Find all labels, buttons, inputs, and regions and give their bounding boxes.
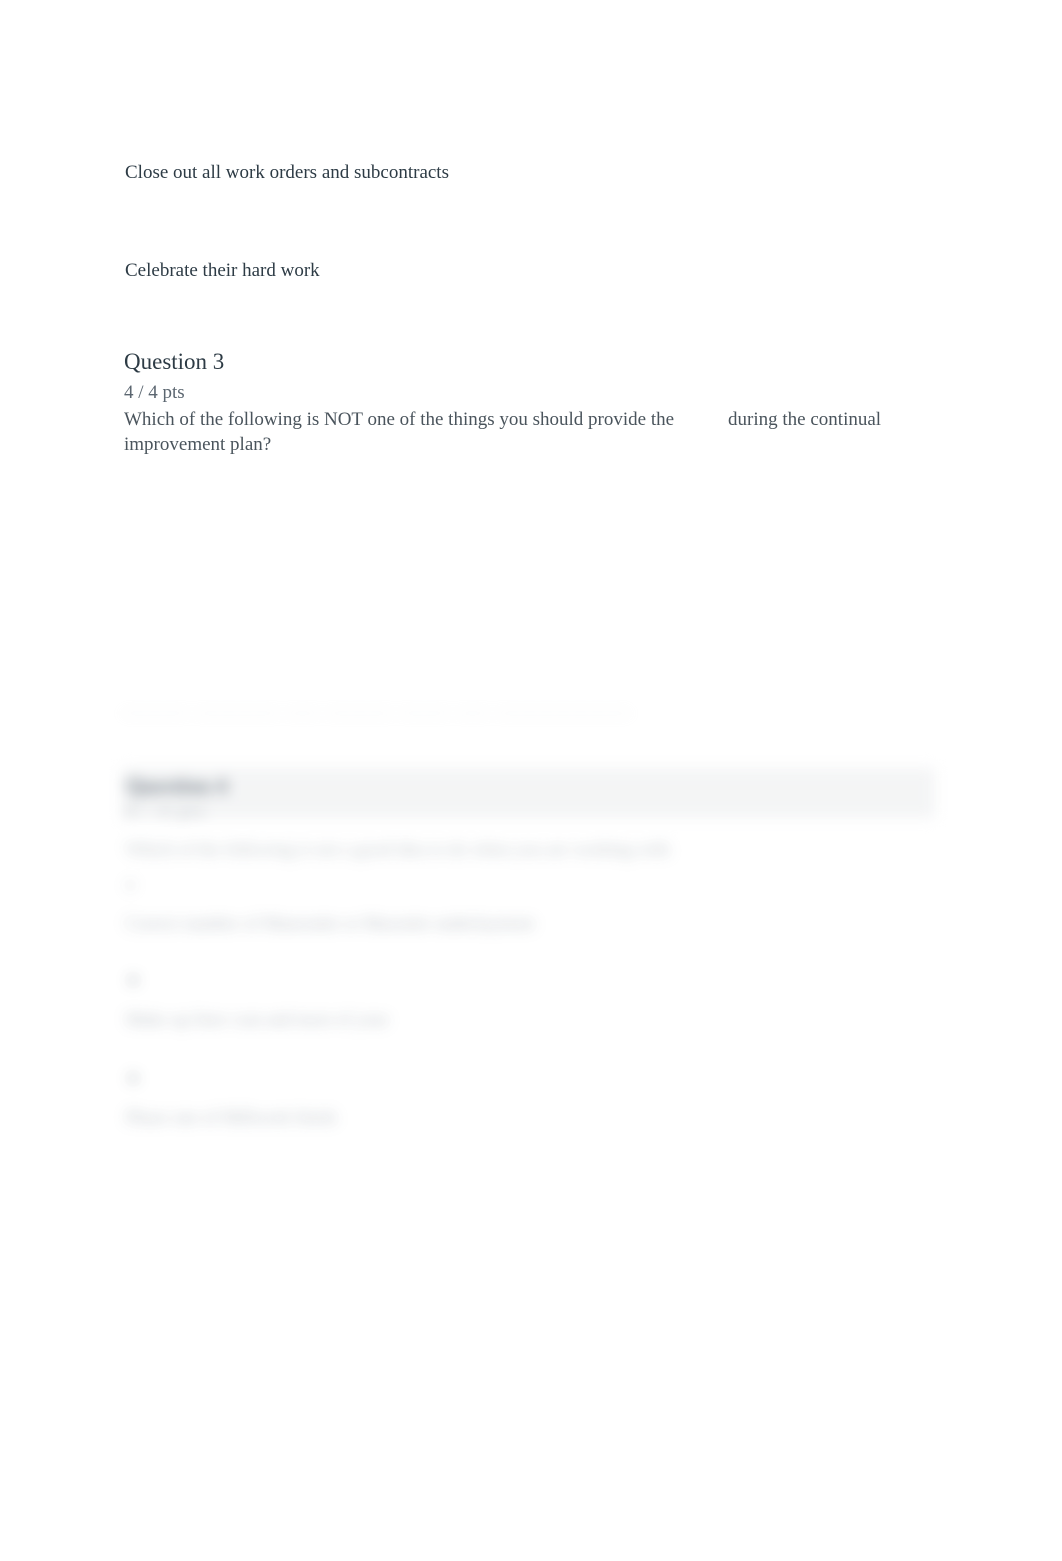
question-text-before-blank: Which of the following is NOT one of the… [124, 409, 675, 430]
question-points: 4 / 4 pts [124, 382, 185, 403]
blurred-question-heading: Question 4 [126, 773, 227, 798]
blurred-option-text: Correct number of Mansonite or Masonite … [126, 913, 534, 933]
blurred-option-marker: ● [128, 1068, 139, 1087]
quiz-results-page: Close out all work orders and subcontrac… [0, 0, 1062, 1561]
answer-option-text: Celebrate their hard work [125, 260, 320, 281]
blurred-option-text: Phase one of Millwork finish [126, 1107, 336, 1127]
answer-option-text: Close out all work orders and subcontrac… [125, 162, 449, 183]
blurred-option-marker: ● [128, 970, 139, 989]
blurred-question-header-band [122, 768, 935, 818]
blurred-divider-row: ———— ————— —— ———— ——— —— ———————— [122, 705, 633, 721]
question-heading: Question 3 [124, 349, 225, 374]
blurred-option-text: Make up liner coat and most of your [126, 1009, 389, 1029]
blurred-question-points: 0 / 4 pts [126, 802, 208, 821]
question-text: Which of the following is NOT one of the… [124, 407, 944, 457]
blurred-question-prompt-line-1: Which of the following is not a good ide… [126, 839, 670, 859]
blurred-question-prompt-line-2: a [126, 873, 134, 893]
blurred-content-region: ———— ————— —— ———— ——— —— ———————— Quest… [0, 660, 1062, 1180]
